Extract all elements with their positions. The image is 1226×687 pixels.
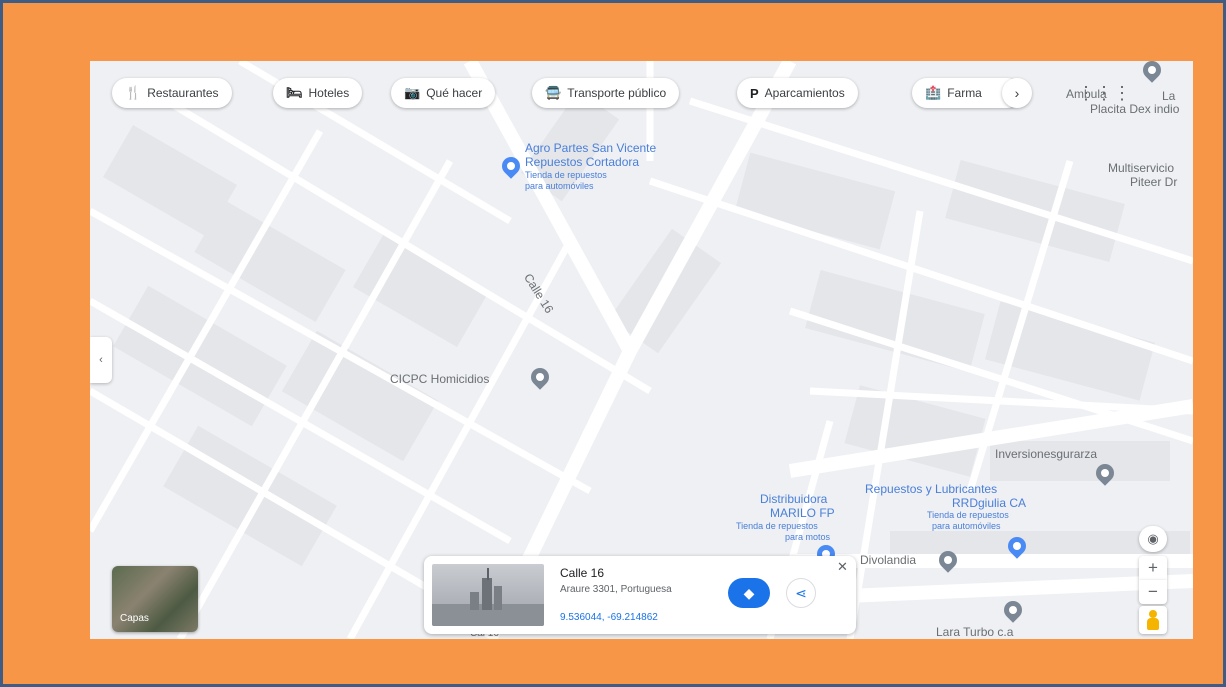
chip-transporte-publico[interactable]: 🚍 Transporte público: [532, 78, 680, 108]
minus-icon: −: [1148, 582, 1158, 601]
bus-icon: 🚍: [545, 85, 562, 100]
chip-label: Restaurantes: [147, 86, 219, 100]
camera-icon: 📷: [404, 85, 421, 100]
place-label-agro-2[interactable]: Repuestos Cortadora: [525, 155, 639, 169]
place-label-ambula[interactable]: Ambula: [1066, 87, 1107, 101]
place-info-card[interactable]: Calle 16 Araure 3301, Portuguesa 9.53604…: [424, 556, 856, 634]
zoom-in-button[interactable]: +: [1139, 556, 1167, 580]
place-sub-repuestos-1: Tienda de repuestos: [927, 510, 1009, 520]
chevron-right-icon: ›: [1014, 85, 1020, 101]
place-sub-agro-1: Tienda de repuestos: [525, 170, 607, 180]
place-address: Araure 3301, Portuguesa: [560, 584, 672, 595]
place-label-multiservicio-2[interactable]: Piteer Dr: [1130, 175, 1177, 189]
chip-label: Transporte público: [567, 86, 667, 100]
place-label-distribuidora-2[interactable]: MARILO FP: [770, 506, 835, 520]
chip-que-hacer[interactable]: 📷 Qué hacer: [391, 78, 496, 108]
place-label-placita-2[interactable]: Placita Dex indio: [1090, 102, 1179, 116]
plus-icon: +: [1148, 558, 1158, 577]
close-icon: ✕: [837, 559, 848, 574]
place-label-multiservicio-1[interactable]: Multiservicio: [1108, 161, 1174, 175]
street-view-pegman-icon[interactable]: [1139, 606, 1167, 634]
locate-icon: ◉: [1147, 531, 1159, 546]
place-sub-distribuidora-1: Tienda de repuestos: [736, 521, 818, 531]
chip-label: Farma: [947, 86, 982, 100]
share-icon: ⋖: [795, 584, 807, 601]
place-label-inversiones[interactable]: Inversionesgurarza: [995, 447, 1097, 461]
place-label-lara-turbo[interactable]: Lara Turbo c.a: [936, 625, 1013, 639]
share-button[interactable]: ⋖: [786, 578, 816, 608]
place-title: Calle 16: [560, 566, 605, 580]
chip-restaurantes[interactable]: 🍴 Restaurantes: [112, 78, 232, 108]
chip-label: Qué hacer: [426, 86, 483, 100]
street-photo-graphic: [432, 568, 544, 626]
place-label-repuestos-2[interactable]: RRDgiulia CA: [952, 496, 1026, 510]
place-coordinates[interactable]: 9.536044, -69.214862: [560, 612, 658, 623]
place-label-agro-1[interactable]: Agro Partes San Vicente: [525, 141, 656, 155]
restaurant-icon: 🍴: [125, 85, 142, 100]
zoom-out-button[interactable]: −: [1139, 580, 1167, 604]
pharmacy-icon: 🏥: [925, 85, 942, 100]
hotel-icon: 🛏: [286, 85, 303, 100]
collapse-panel-button[interactable]: ‹: [90, 337, 112, 383]
chevron-left-icon: ‹: [99, 354, 103, 366]
place-label-placita-1[interactable]: La: [1162, 89, 1175, 103]
place-label-divolandia[interactable]: Divolandia: [860, 553, 916, 567]
place-label-distribuidora-1[interactable]: Distribuidora: [760, 492, 827, 506]
chip-label: Hoteles: [308, 86, 350, 100]
street-view-thumbnail[interactable]: [432, 564, 544, 626]
parking-icon: P: [750, 85, 759, 101]
layers-label: Capas: [120, 613, 149, 624]
directions-button[interactable]: ◆: [728, 578, 770, 608]
chip-hoteles[interactable]: 🛏 Hoteles: [273, 78, 363, 108]
place-sub-agro-2: para automóviles: [525, 181, 594, 191]
place-sub-distribuidora-2: para motos: [785, 532, 831, 542]
chip-label: Aparcamientos: [764, 86, 845, 100]
directions-icon: ◆: [743, 584, 755, 601]
chips-next-button[interactable]: ›: [1002, 78, 1032, 108]
slide-frame: 🍴 Restaurantes 🛏 Hoteles 📷 Qué hacer 🚍 T…: [0, 0, 1226, 687]
close-card-button[interactable]: ✕: [837, 559, 848, 575]
layers-button[interactable]: Capas: [112, 566, 198, 632]
place-sub-repuestos-2: para automóviles: [932, 521, 1001, 531]
my-location-button[interactable]: ◉: [1139, 526, 1167, 552]
place-label-cicpc[interactable]: CICPC Homicidios: [390, 372, 489, 386]
place-label-repuestos-1[interactable]: Repuestos y Lubricantes: [865, 482, 997, 496]
map-view[interactable]: 🍴 Restaurantes 🛏 Hoteles 📷 Qué hacer 🚍 T…: [90, 61, 1193, 639]
chip-aparcamientos[interactable]: P Aparcamientos: [737, 78, 858, 108]
